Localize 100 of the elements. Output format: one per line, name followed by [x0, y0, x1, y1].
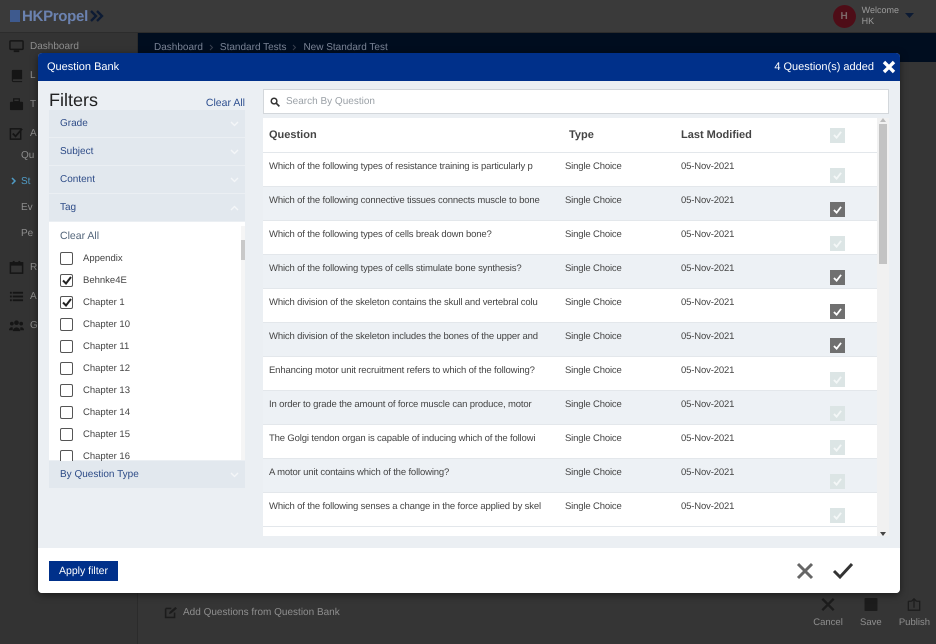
question-cell-text: Which of the following types of cells stimulate bone synthesis? [268, 262, 522, 276]
user-name: HK [862, 16, 876, 27]
filter-group-header[interactable]: Grade [49, 110, 245, 137]
option-label: Chapter 16 [83, 450, 130, 462]
logo-mark-icon [10, 10, 20, 22]
question-cell-text: Which of the following connective tissues connects muscle to bone [268, 194, 541, 208]
question-cell-text: Which division of the skeleton contains the skull and vertebral colu [268, 296, 539, 310]
checkbox[interactable] [60, 406, 73, 418]
checkbox[interactable] [60, 252, 73, 264]
modal-title: Question Bank [47, 61, 120, 73]
question-cell-text: Which of the following types of resistance training is particularly p [268, 160, 534, 174]
row-checkbox[interactable] [830, 270, 845, 285]
breadcrumb-link[interactable]: Dashboard [154, 42, 203, 53]
filter-group-header[interactable]: Tag [49, 194, 245, 221]
column-header: Type [568, 129, 595, 141]
sidebar-item[interactable]: Dashboard [9, 38, 79, 54]
filter-group-header[interactable]: By Question Type [49, 461, 245, 488]
date-cell-text: 05-Nov-2021 [680, 364, 736, 378]
close-button[interactable] [882, 60, 896, 74]
sidebar-subitem[interactable]: Pe [11, 226, 34, 240]
checkbox[interactable] [60, 428, 73, 440]
logo-text: HKPropel [22, 8, 88, 24]
checkbox[interactable] [60, 450, 73, 462]
sidebar-subitem[interactable]: Ev [11, 200, 33, 214]
book-icon [9, 68, 24, 82]
scrollbar-thumb[interactable] [241, 240, 245, 260]
type-cell-text: Single Choice [564, 364, 623, 378]
clear-all-link[interactable]: Clear All [206, 97, 245, 109]
user-avatar[interactable]: H [832, 4, 856, 28]
check-icon [833, 342, 842, 350]
row-checkbox[interactable] [830, 168, 845, 183]
clear-all-link[interactable]: Clear All [60, 227, 100, 245]
question-cell-text: Which of the following types of cells break down bone? [268, 228, 493, 242]
row-checkbox[interactable] [830, 304, 845, 319]
option-label: Chapter 1 [83, 296, 125, 308]
breadcrumb-link[interactable]: New Standard Test [303, 42, 388, 53]
row-checkbox[interactable] [830, 338, 845, 353]
row-checkbox[interactable] [830, 406, 845, 421]
sidebar-item[interactable]: G [9, 317, 38, 333]
save-button[interactable]: Save [856, 598, 885, 628]
row-checkbox[interactable] [830, 440, 845, 455]
filters-title: Filters [49, 91, 98, 109]
chevrons-icon [90, 10, 104, 22]
check-icon [833, 376, 842, 384]
calendar-icon [9, 260, 24, 274]
question-cell-text: Which of the following senses a change in the force applied by skel [268, 500, 542, 514]
option-label: Chapter 10 [83, 318, 130, 330]
date-cell-text: 05-Nov-2021 [680, 262, 736, 276]
apply-filter-button[interactable]: Apply filter [49, 560, 118, 580]
option-label: Chapter 11 [83, 340, 130, 352]
search-field[interactable]: Search By Question [263, 89, 889, 114]
chevron-icon [208, 44, 214, 51]
sidebar-item[interactable]: L [9, 67, 36, 83]
filter-group-header[interactable]: Content [49, 166, 245, 193]
row-checkbox[interactable] [830, 372, 845, 387]
check-icon [833, 478, 842, 486]
date-cell-text: 05-Nov-2021 [680, 432, 736, 446]
monitor-icon [9, 38, 24, 54]
check-icon [833, 444, 842, 452]
check-icon [62, 276, 72, 284]
type-cell-text: Single Choice [564, 160, 623, 174]
cancel-button[interactable]: Cancel [813, 598, 843, 628]
breadcrumb-link[interactable]: Standard Tests [220, 42, 286, 53]
sidebar-item[interactable]: R [9, 259, 38, 275]
type-cell-text: Single Choice [564, 296, 623, 310]
add-questions-link[interactable]: Add Questions from Question Bank [183, 607, 340, 618]
sidebar-item[interactable]: A [9, 125, 37, 141]
confirm-button[interactable] [832, 562, 854, 580]
sidebar-item[interactable]: T [9, 96, 36, 112]
checkbox[interactable] [60, 274, 73, 286]
sidebar-subitem[interactable]: Qu [11, 148, 34, 162]
row-checkbox[interactable] [830, 474, 845, 489]
option-label: Chapter 14 [83, 406, 130, 418]
publish-button[interactable]: Publish [898, 598, 930, 628]
save-icon [862, 598, 879, 611]
row-checkbox[interactable] [830, 508, 845, 523]
check-icon [833, 206, 842, 214]
checkbox[interactable] [60, 340, 73, 352]
scrollbar-thumb[interactable] [879, 124, 887, 264]
cancel-button[interactable] [796, 562, 814, 580]
checkbox[interactable] [60, 296, 73, 308]
chevron-icon [292, 44, 298, 51]
welcome-label: Welcome [862, 5, 899, 16]
sidebar-item[interactable]: A [9, 288, 37, 304]
check-icon [833, 240, 842, 248]
checkbox[interactable] [60, 362, 73, 374]
row-checkbox[interactable] [830, 202, 845, 217]
type-cell-text: Single Choice [564, 398, 623, 412]
people-icon [9, 318, 24, 332]
type-cell-text: Single Choice [564, 500, 623, 514]
select-all-checkbox[interactable] [830, 128, 845, 142]
filter-group-header[interactable]: Subject [49, 138, 245, 165]
row-checkbox[interactable] [830, 236, 845, 251]
column-header: Question [268, 129, 318, 141]
check-icon [833, 274, 842, 282]
sidebar-subitem[interactable]: St [11, 174, 30, 188]
close-icon [882, 60, 896, 74]
checkbox[interactable] [60, 384, 73, 396]
check-icon [833, 308, 842, 316]
checkbox[interactable] [60, 318, 73, 330]
